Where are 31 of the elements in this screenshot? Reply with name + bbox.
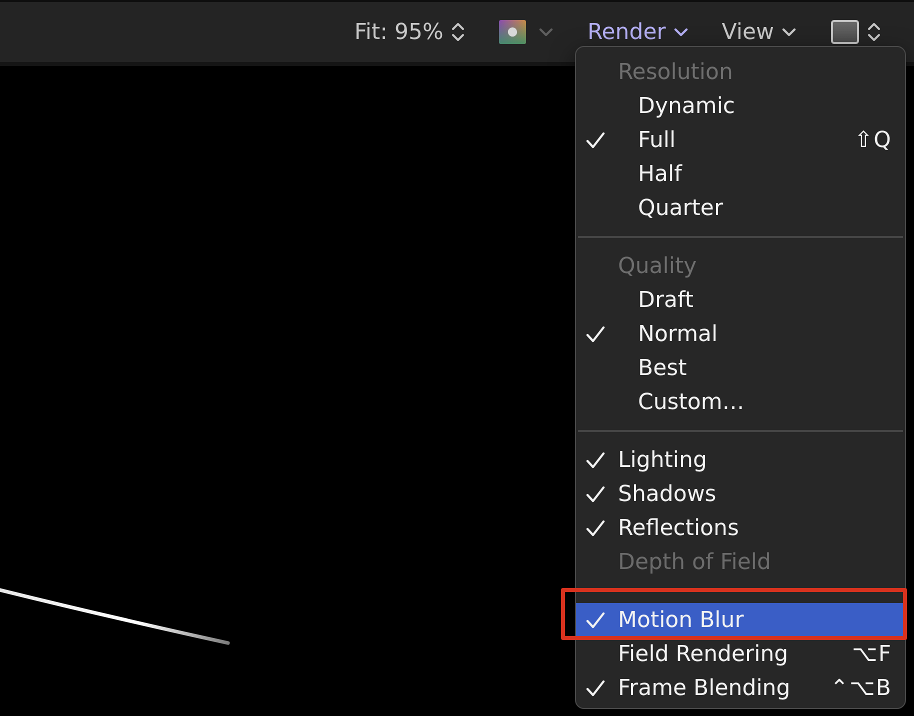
chevron-down-icon — [539, 28, 554, 36]
keyboard-shortcut: ⌃⌥B — [830, 676, 892, 700]
toolbar-menu-button[interactable]: View — [722, 20, 796, 44]
chevron-down-icon — [674, 28, 688, 36]
menu-item[interactable]: Custom… — [576, 385, 905, 419]
chevron-down-icon — [782, 28, 796, 36]
menu-item[interactable]: Motion Blur — [576, 603, 905, 637]
menu-item[interactable]: Reflections — [576, 511, 905, 545]
keyboard-shortcut: ⇧Q — [854, 128, 892, 152]
menu-item[interactable]: Shadows — [576, 477, 905, 511]
toolbar-menu-button[interactable]: Render — [587, 20, 688, 44]
display-mode-popup[interactable] — [831, 20, 881, 44]
menu-item[interactable]: Best — [576, 351, 905, 385]
menu-item[interactable]: Lighting — [576, 443, 905, 477]
color-channel-popup[interactable] — [499, 20, 554, 44]
section-header: Quality — [618, 254, 697, 278]
menu-item[interactable]: Draft — [576, 283, 905, 317]
keyboard-shortcut: ⌥F — [852, 642, 892, 666]
menu-item[interactable]: Quarter — [576, 191, 905, 225]
menu-item[interactable]: Dynamic — [576, 89, 905, 123]
updown-chevron-icon — [451, 21, 466, 43]
zoom-popup[interactable]: Fit: 95% — [354, 20, 466, 44]
menu-item[interactable]: Normal — [576, 317, 905, 351]
menu-item[interactable]: Full ⇧Q — [576, 123, 905, 157]
menu-item[interactable]: Frame Blending ⌃⌥B — [576, 671, 905, 705]
menu-item[interactable]: Field Rendering ⌥F — [576, 637, 905, 671]
square-icon — [831, 20, 859, 44]
menu-item[interactable]: Half — [576, 157, 905, 191]
color-swatch-icon — [499, 20, 526, 44]
updown-chevron-icon — [867, 21, 881, 43]
section-header: Resolution — [618, 60, 733, 84]
